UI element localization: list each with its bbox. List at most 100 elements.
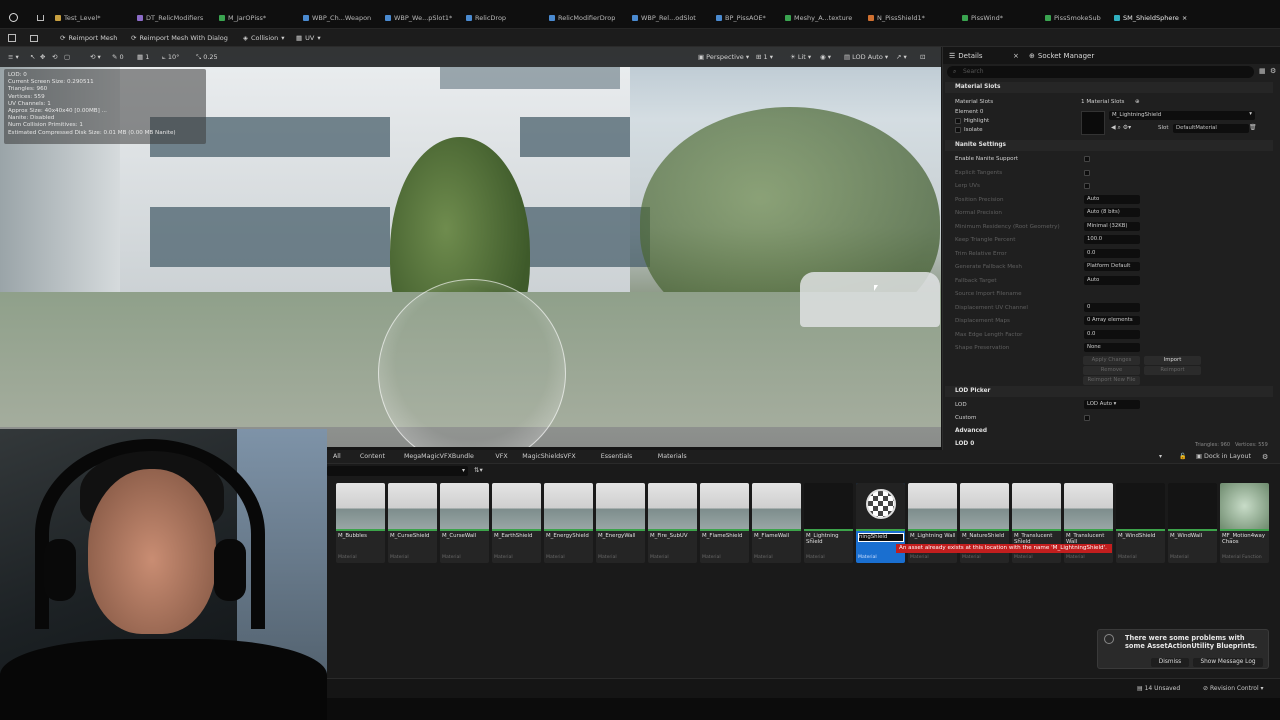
viewport-options-button[interactable]: ≡ ▾	[8, 51, 19, 63]
asset-tile[interactable]: M_CurseShield Material	[388, 483, 437, 563]
asset-rename-input[interactable]: ningShield	[858, 533, 904, 542]
property-value-field[interactable]: Platform Default	[1084, 262, 1140, 271]
property-value-field[interactable]: 0.0	[1084, 329, 1140, 339]
trash-icon[interactable]: 🗑	[1249, 124, 1257, 131]
revision-control-button[interactable]: ⊘ Revision Control ▾	[1203, 685, 1264, 692]
asset-tile[interactable]: M_WindWall Material	[1168, 483, 1217, 563]
uv-dropdown[interactable]: ▦ UV ▾	[296, 32, 321, 44]
move-icon[interactable]: ✥	[40, 51, 45, 63]
editor-tab[interactable]: Meshy_A...texture	[785, 11, 852, 25]
property-value-field[interactable]: 0	[1084, 302, 1140, 312]
property-checkbox[interactable]	[1084, 169, 1090, 176]
section-material-slots[interactable]: Material Slots	[945, 82, 1273, 93]
editor-tab[interactable]: N_PissShield1*	[868, 11, 925, 25]
asset-tile[interactable]: M_CurseWall Material	[440, 483, 489, 563]
rotation-snap-button[interactable]: ⟀ 10°	[162, 51, 179, 63]
asset-tile[interactable]: M_FlameShield Material	[700, 483, 749, 563]
asset-tile[interactable]: M_WindShield Material	[1116, 483, 1165, 563]
editor-tab[interactable]: M_JarOPiss*	[219, 11, 266, 25]
remove-button[interactable]: Remove	[1083, 366, 1140, 375]
show-message-log-button[interactable]: Show Message Log	[1193, 658, 1263, 667]
tab-details[interactable]: ☰ Details	[949, 50, 983, 62]
chevron-down-icon[interactable]: ▾	[1159, 453, 1162, 460]
home-icon[interactable]	[37, 15, 44, 21]
slot-name-input[interactable]: DefaultMaterial	[1173, 124, 1249, 133]
import-button[interactable]: Import	[1144, 356, 1201, 365]
editor-tab[interactable]: WBP_Ch...Weapon	[303, 11, 371, 25]
reimport-button[interactable]: Reimport	[1144, 366, 1201, 375]
asset-tile[interactable]: M_EnergyShield Material	[544, 483, 593, 563]
coordinate-space-button[interactable]: ⟲ ▾	[90, 51, 101, 63]
details-search-input[interactable]: ⌕ Search	[947, 66, 1254, 78]
scale-snap-button[interactable]: ⤡ 0.25	[196, 51, 218, 63]
section-nanite-settings[interactable]: Nanite Settings	[945, 140, 1273, 151]
scale-icon[interactable]: ▢	[64, 51, 70, 63]
property-value-field[interactable]: Minimal (32KB)	[1084, 221, 1140, 231]
layout-dropdown[interactable]: ⊞ 1 ▾	[756, 51, 773, 63]
perspective-dropdown[interactable]: ▣ Perspective ▾	[698, 51, 749, 63]
editor-tab[interactable]: DT_RelicModifiers	[137, 11, 203, 25]
asset-tile[interactable]: M_Lightning Shield Material	[804, 483, 853, 563]
asset-tile[interactable]: M_FlameWall Material	[752, 483, 801, 563]
breadcrumb-item[interactable]: Content	[360, 453, 385, 460]
breadcrumb-item[interactable]: MagicShieldsVFX	[522, 453, 575, 460]
sort-icon[interactable]: ⇅▾	[474, 466, 483, 474]
show-dropdown[interactable]: ◉ ▾	[820, 51, 831, 63]
property-value-field[interactable]: Auto (8 bits)	[1084, 208, 1140, 217]
reimport-mesh-button[interactable]: ⟳ Reimport Mesh	[60, 32, 117, 44]
material-dropdown[interactable]: M_LightningShield ▾	[1109, 111, 1255, 120]
asset-tile[interactable]: M_Bubbles Material	[336, 483, 385, 563]
highlight-checkbox[interactable]	[955, 118, 961, 124]
gear-icon[interactable]: ⚙	[1270, 67, 1276, 75]
reimport-dialog-button[interactable]: ⟳ Reimport Mesh With Dialog	[131, 32, 228, 44]
custom-checkbox[interactable]	[1084, 415, 1090, 421]
editor-tab[interactable]: SM_ShieldSphere ×	[1114, 11, 1187, 25]
reimport-new-file-button[interactable]: Reimport New File	[1083, 376, 1140, 385]
material-use-icons[interactable]: ◀ ⌕ ⚙▾	[1111, 124, 1131, 132]
editor-tab[interactable]: RelicModifierDrop	[549, 11, 615, 25]
select-mode-icon[interactable]: ↖	[30, 51, 35, 63]
editor-tab[interactable]: WBP_Rel...odSlot	[632, 11, 696, 25]
lod-dropdown[interactable]: ▤ LOD Auto ▾	[844, 51, 888, 63]
filter-search-input[interactable]: ▾	[327, 466, 468, 476]
breadcrumb-item[interactable]: VFX	[495, 453, 507, 460]
grid-snap-button[interactable]: ▦ 1	[137, 51, 149, 63]
breadcrumb-item[interactable]: Essentials	[601, 453, 633, 460]
editor-tab[interactable]: WBP_We...pSlot1*	[385, 11, 452, 25]
breadcrumb-item[interactable]: All	[333, 453, 341, 460]
view-options-icon[interactable]: ▦	[1259, 67, 1266, 75]
property-value-field[interactable]: Auto	[1084, 194, 1140, 204]
collision-dropdown[interactable]: ◈ Collision ▾	[243, 32, 285, 44]
section-lod-picker[interactable]: LOD Picker	[945, 386, 1273, 397]
maximize-icon[interactable]: ⊡	[920, 51, 925, 63]
dismiss-button[interactable]: Dismiss	[1151, 658, 1189, 667]
rotate-icon[interactable]: ⟲	[52, 51, 57, 63]
apply-changes-button[interactable]: Apply Changes	[1083, 356, 1140, 365]
property-value-field[interactable]: 0 Array elements	[1084, 316, 1140, 325]
section-advanced[interactable]: Advanced	[945, 426, 1273, 437]
gear-icon[interactable]: ⚙	[1262, 453, 1268, 461]
asset-tile[interactable]: M_Fire_SubUV Material	[648, 483, 697, 563]
view-mode-dropdown[interactable]: ☀ Lit ▾	[790, 51, 811, 63]
save-icon[interactable]	[8, 32, 16, 44]
unsaved-button[interactable]: ▤ 14 Unsaved	[1137, 685, 1180, 692]
editor-tab[interactable]: PissSmokeSub	[1045, 11, 1101, 25]
close-icon[interactable]: ×	[1013, 50, 1019, 62]
asset-tile[interactable]: M_EarthShield Material	[492, 483, 541, 563]
lod-dropdown[interactable]: LOD Auto ▾	[1084, 400, 1140, 409]
property-value-field[interactable]: 100.0	[1084, 235, 1140, 244]
asset-tile[interactable]: MF_Motion4way Chaos Material Function	[1220, 483, 1269, 563]
editor-tab[interactable]: BP_PissAOE*	[716, 11, 766, 25]
editor-tab[interactable]: RelicDrop	[466, 11, 506, 25]
tab-socket-manager[interactable]: ⊕ Socket Manager	[1029, 50, 1094, 62]
browse-icon[interactable]	[30, 32, 38, 44]
property-checkbox[interactable]	[1084, 183, 1090, 189]
isolate-checkbox[interactable]	[955, 127, 961, 133]
close-icon[interactable]: ×	[1182, 14, 1187, 22]
unreal-logo-icon[interactable]	[9, 13, 18, 22]
property-checkbox[interactable]	[1084, 156, 1090, 162]
dock-in-layout-button[interactable]: ▣ Dock in Layout	[1196, 453, 1251, 460]
add-icon[interactable]: ⊕	[1135, 99, 1140, 105]
property-value-field[interactable]: None	[1084, 343, 1140, 352]
editor-tab[interactable]: PissWind*	[962, 11, 1003, 25]
